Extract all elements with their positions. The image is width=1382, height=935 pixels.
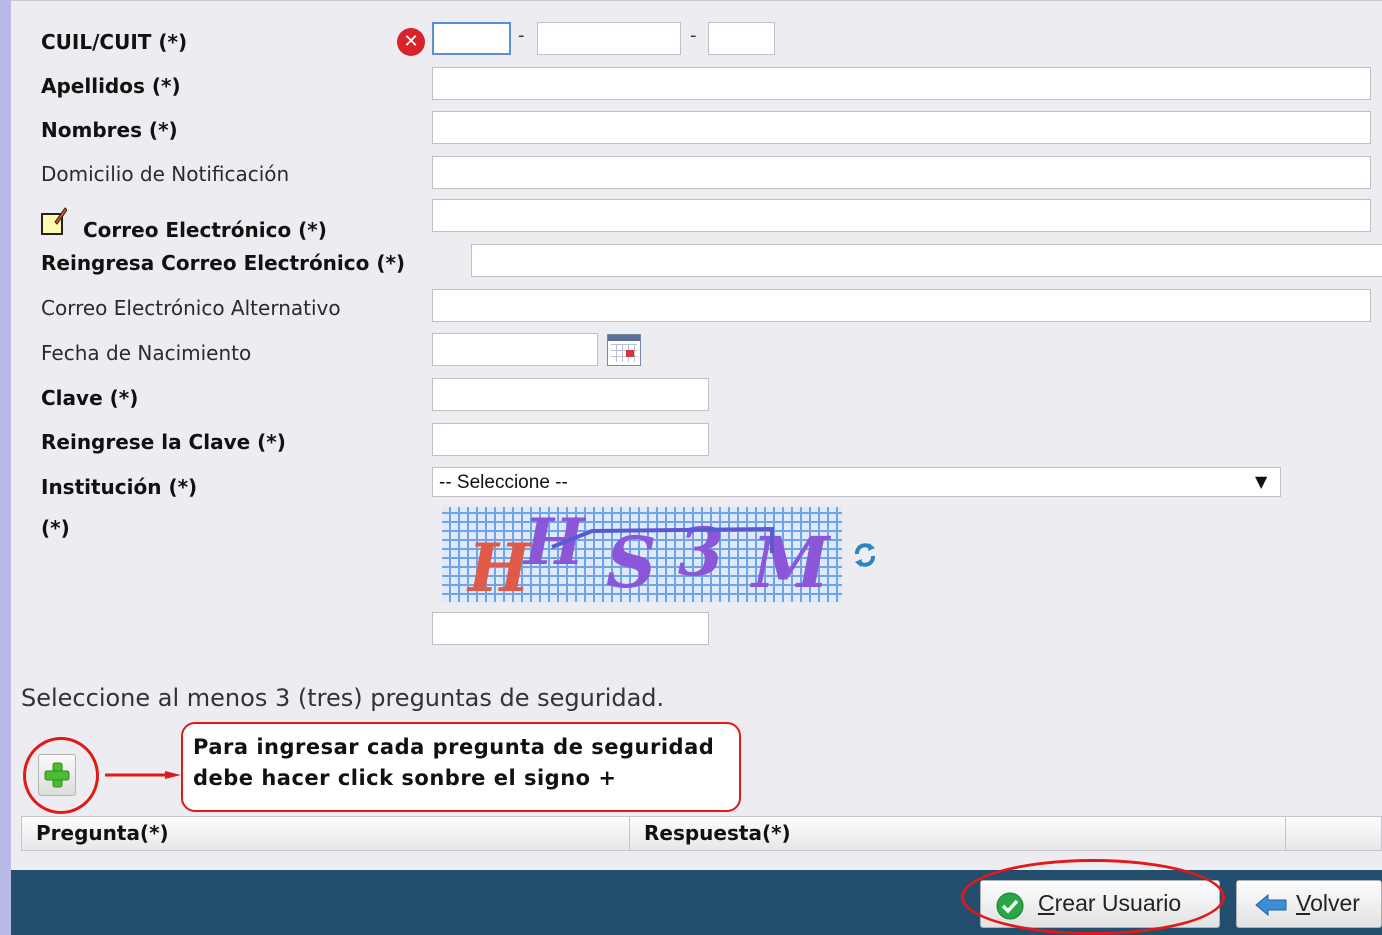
domicilio-input[interactable] — [432, 156, 1371, 189]
fecha-nacimiento-label: Fecha de Nacimiento — [41, 341, 252, 365]
callout-line: debe hacer click sonbre el signo + — [193, 766, 617, 790]
volver-label: Volver — [1296, 890, 1360, 916]
error-x-icon: ✕ — [397, 28, 425, 56]
security-questions-table-header: Pregunta(*) Respuesta(*) — [21, 816, 1382, 851]
reingresa-correo-label: Reingresa Correo Electrónico (*) — [41, 251, 406, 275]
correo-alternativo-label: Correo Electrónico Alternativo — [41, 296, 341, 320]
cuil-separator: - — [518, 25, 525, 46]
reingresa-correo-input[interactable] — [471, 244, 1382, 277]
note-pencil-icon — [41, 207, 67, 235]
calendar-icon[interactable] — [607, 334, 641, 366]
reingrese-clave-label: Reingrese la Clave (*) — [41, 430, 286, 454]
annotation-arrow — [105, 771, 181, 779]
institucion-label: Institución (*) — [41, 475, 198, 499]
refresh-icon[interactable] — [847, 536, 883, 572]
column-header-respuesta: Respuesta(*) — [630, 817, 1286, 850]
annotation-ellipse — [961, 859, 1225, 935]
nombres-label: Nombres (*) — [41, 118, 178, 142]
security-questions-instruction: Seleccione al menos 3 (tres) preguntas d… — [21, 684, 665, 712]
column-header-pregunta: Pregunta(*) — [22, 817, 630, 850]
annotation-circle — [23, 737, 99, 814]
reingrese-clave-input[interactable] — [432, 423, 709, 456]
registration-form: CUIL/CUIT (*) ✕ - - Apellidos (*) Nombre… — [11, 0, 1382, 935]
clave-label: Clave (*) — [41, 386, 139, 410]
apellidos-input[interactable] — [432, 67, 1371, 100]
cuil-number-input[interactable] — [537, 22, 681, 55]
captcha-image: H H S 3 M — [442, 507, 842, 602]
callout-line: Para ingresar cada pregunta de seguridad — [193, 735, 715, 759]
captcha-input[interactable] — [432, 612, 709, 645]
fecha-nacimiento-input[interactable] — [432, 333, 598, 366]
apellidos-label: Apellidos (*) — [41, 74, 181, 98]
captcha-label: (*) — [41, 516, 70, 540]
cuil-prefix-input[interactable] — [432, 22, 511, 55]
cuil-check-digit-input[interactable] — [708, 22, 775, 55]
arrow-left-icon — [1255, 894, 1287, 916]
annotation-callout: Para ingresar cada pregunta de seguridad… — [181, 722, 741, 812]
correo-label: Correo Electrónico (*) — [83, 218, 327, 242]
correo-alternativo-input[interactable] — [432, 289, 1371, 322]
nombres-input[interactable] — [432, 111, 1371, 144]
correo-input[interactable] — [432, 199, 1371, 232]
clave-input[interactable] — [432, 378, 709, 411]
domicilio-label: Domicilio de Notificación — [41, 162, 290, 186]
institucion-select[interactable]: -- Seleccione -- — [432, 467, 1281, 497]
volver-button[interactable]: Volver — [1236, 880, 1382, 928]
cuil-label: CUIL/CUIT (*) — [41, 30, 188, 54]
cuil-separator: - — [690, 25, 697, 46]
captcha-noise-line — [551, 526, 774, 553]
